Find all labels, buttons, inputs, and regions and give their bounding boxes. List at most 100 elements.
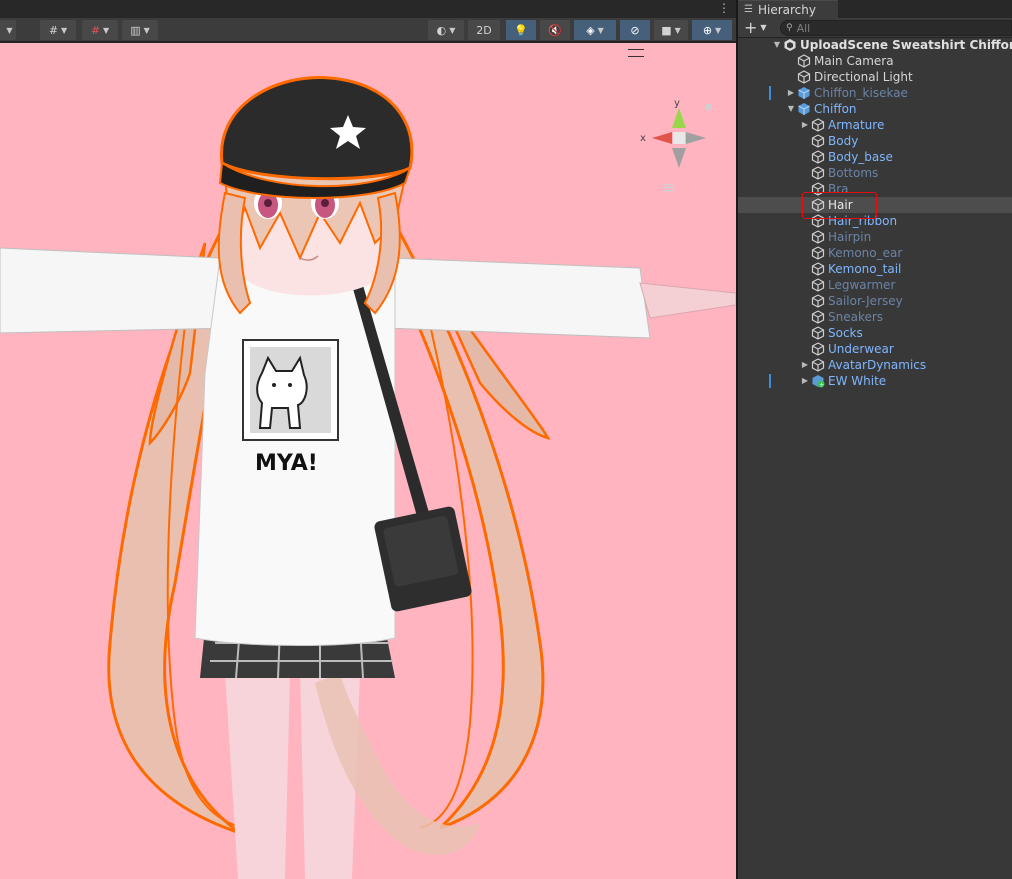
hierarchy-row-sailor-jersey[interactable]: Sailor-Jersey <box>738 293 1012 309</box>
hamburger-icon[interactable] <box>664 184 674 192</box>
more-options-icon[interactable]: ⋮ <box>718 1 730 15</box>
hierarchy-row-label: Sneakers <box>828 310 884 324</box>
gameobject-icon <box>797 70 811 84</box>
gizmo-y-label: y <box>674 98 680 109</box>
avatar-legs <box>225 673 480 879</box>
hierarchy-row-kemono-tail[interactable]: Kemono_tail <box>738 261 1012 277</box>
hierarchy-row-label: Kemono_ear <box>828 246 903 260</box>
expand-arrow-right-icon[interactable]: ▶ <box>800 117 810 133</box>
hierarchy-row-hair-ribbon[interactable]: Hair_ribbon <box>738 213 1012 229</box>
unity-scene-icon <box>783 38 797 52</box>
prefab-override-marker <box>769 374 771 388</box>
hierarchy-toolbar: + ▼ ⚲ <box>738 18 1012 38</box>
2d-mode-button[interactable]: 2D <box>468 20 500 40</box>
search-input[interactable] <box>796 21 997 35</box>
gizmo-x-axis[interactable] <box>652 132 672 144</box>
expand-arrow-right-icon[interactable]: ▶ <box>800 357 810 373</box>
expand-arrow-right-icon[interactable]: ▶ <box>800 373 810 389</box>
hierarchy-row-label: Chiffon_kisekae <box>814 86 908 100</box>
gameobject-icon <box>797 54 811 68</box>
hierarchy-row-body[interactable]: Body <box>738 133 1012 149</box>
eye-slash-icon: ⊘ <box>630 23 640 37</box>
hidden-objects-toggle[interactable]: ⊘ <box>620 20 650 40</box>
gameobject-icon <box>811 326 825 340</box>
hierarchy-row-main-camera[interactable]: Main Camera <box>738 53 1012 69</box>
plus-icon: + <box>744 18 758 37</box>
hierarchy-row-label: Armature <box>828 118 885 132</box>
gameobject-icon <box>811 182 825 196</box>
hierarchy-row-socks[interactable]: Socks <box>738 325 1012 341</box>
expand-arrow-down-icon[interactable]: ▼ <box>786 101 796 117</box>
hierarchy-row-uploadscene-sweatshirt-chiffon[interactable]: ▼ UploadScene Sweatshirt Chiffon* <box>738 37 1012 53</box>
hierarchy-row-body-base[interactable]: Body_base <box>738 149 1012 165</box>
audio-toggle[interactable]: 🔇 <box>540 20 570 40</box>
overlay-menu-icon[interactable] <box>628 49 644 57</box>
expand-arrow-down-icon[interactable]: ▼ <box>772 37 782 53</box>
scene-view[interactable]: ⋮ ▼ # ▼ # ▼ ▥ ▼ ◐ ▼ 2D 💡 🔇 ◈ ▼ ⊘ ■ ▼ ⊕ ▼… <box>0 0 736 879</box>
hierarchy-row-label: Body <box>828 134 859 148</box>
gameobject-icon <box>811 118 825 132</box>
chevron-down-icon: ▼ <box>61 25 68 35</box>
create-button[interactable]: + ▼ <box>744 20 774 36</box>
hierarchy-tab-bar: ☰ Hierarchy <box>738 0 1012 18</box>
camera-settings-button[interactable]: ■ ▼ <box>654 20 688 40</box>
gameobject-icon <box>811 214 825 228</box>
hierarchy-row-chiffon-kisekae[interactable]: ▶ Chiffon_kisekae <box>738 85 1012 101</box>
gameobject-icon <box>811 294 825 308</box>
draw-mode-dropdown[interactable]: ▼ <box>0 20 16 40</box>
gameobject-icon <box>811 166 825 180</box>
hierarchy-row-label: Main Camera <box>814 54 894 68</box>
gizmos-toggle[interactable]: ⊕ ▼ <box>692 20 732 40</box>
hierarchy-tree: ▼ UploadScene Sweatshirt Chiffon* Main Cam… <box>738 37 1012 389</box>
hierarchy-row-ew-white[interactable]: ▶ + EW White <box>738 373 1012 389</box>
chevron-down-icon: ▼ <box>597 25 604 35</box>
prefab-override-marker <box>769 86 771 100</box>
chevron-down-icon: ▼ <box>6 25 13 35</box>
gameobject-icon <box>811 342 825 356</box>
gameobject-icon <box>811 358 825 372</box>
chevron-down-icon: ▼ <box>143 25 150 35</box>
hierarchy-row-label: Hairpin <box>828 230 872 244</box>
effects-toggle[interactable]: ◈ ▼ <box>574 20 616 40</box>
chevron-down-icon: ▼ <box>760 23 767 32</box>
hierarchy-row-label: Legwarmer <box>828 278 896 292</box>
gizmo-center-cube[interactable] <box>673 132 685 144</box>
grid-snap-button[interactable]: # ▼ <box>40 20 76 40</box>
lighting-toggle[interactable]: 💡 <box>506 20 536 40</box>
hierarchy-row-bra[interactable]: Bra <box>738 181 1012 197</box>
gizmo-neg-x-axis[interactable] <box>686 132 706 144</box>
orientation-gizmo[interactable]: y x <box>636 96 726 196</box>
hierarchy-row-kemono-ear[interactable]: Kemono_ear <box>738 245 1012 261</box>
chevron-down-icon: ▼ <box>449 25 456 35</box>
grid-icon: # <box>90 23 101 37</box>
increment-snap-button[interactable]: ▥ ▼ <box>122 20 158 40</box>
hierarchy-row-sneakers[interactable]: Sneakers <box>738 309 1012 325</box>
scene-viewport[interactable]: MYA! y x <box>0 43 736 879</box>
gizmo-y-axis[interactable] <box>672 108 686 128</box>
hierarchy-panel: ☰ Hierarchy +▼ ⚲ ▼UploadScene Sweatshirt… <box>738 0 1012 879</box>
shading-mode-dropdown[interactable]: ◐ ▼ <box>428 20 464 40</box>
hierarchy-row-underwear[interactable]: Underwear <box>738 341 1012 357</box>
hierarchy-row-label: Directional Light <box>814 70 913 84</box>
expand-arrow-right-icon[interactable]: ▶ <box>786 85 796 101</box>
hierarchy-row-avatardynamics[interactable]: ▶ AvatarDynamics <box>738 357 1012 373</box>
gizmo-neg-y-axis[interactable] <box>672 148 686 168</box>
hierarchy-row-directional-light[interactable]: Directional Light <box>738 69 1012 85</box>
hierarchy-row-legwarmer[interactable]: Legwarmer <box>738 277 1012 293</box>
hierarchy-row-armature[interactable]: ▶ Armature <box>738 117 1012 133</box>
grid-snap-icon: # <box>48 23 59 37</box>
hierarchy-row-bottoms[interactable]: Bottoms <box>738 165 1012 181</box>
grid-visibility-button[interactable]: # ▼ <box>82 20 118 40</box>
gameobject-icon <box>811 134 825 148</box>
hierarchy-row-hair[interactable]: Hair <box>738 197 1012 213</box>
hierarchy-row-label: Bra <box>828 182 849 196</box>
scene-toolbar: ▼ # ▼ # ▼ ▥ ▼ ◐ ▼ 2D 💡 🔇 ◈ ▼ ⊘ ■ ▼ ⊕ ▼ <box>0 18 736 42</box>
hierarchy-row-hairpin[interactable]: Hairpin <box>738 229 1012 245</box>
list-icon: ☰ <box>744 4 753 15</box>
chevron-down-icon: ▼ <box>715 25 722 35</box>
scene-tab-strip: ⋮ <box>0 0 736 18</box>
lock-icon[interactable] <box>706 104 712 110</box>
gameobject-icon <box>811 278 825 292</box>
tab-hierarchy[interactable]: ☰ Hierarchy <box>738 0 838 18</box>
hierarchy-row-chiffon[interactable]: ▼ Chiffon <box>738 101 1012 117</box>
